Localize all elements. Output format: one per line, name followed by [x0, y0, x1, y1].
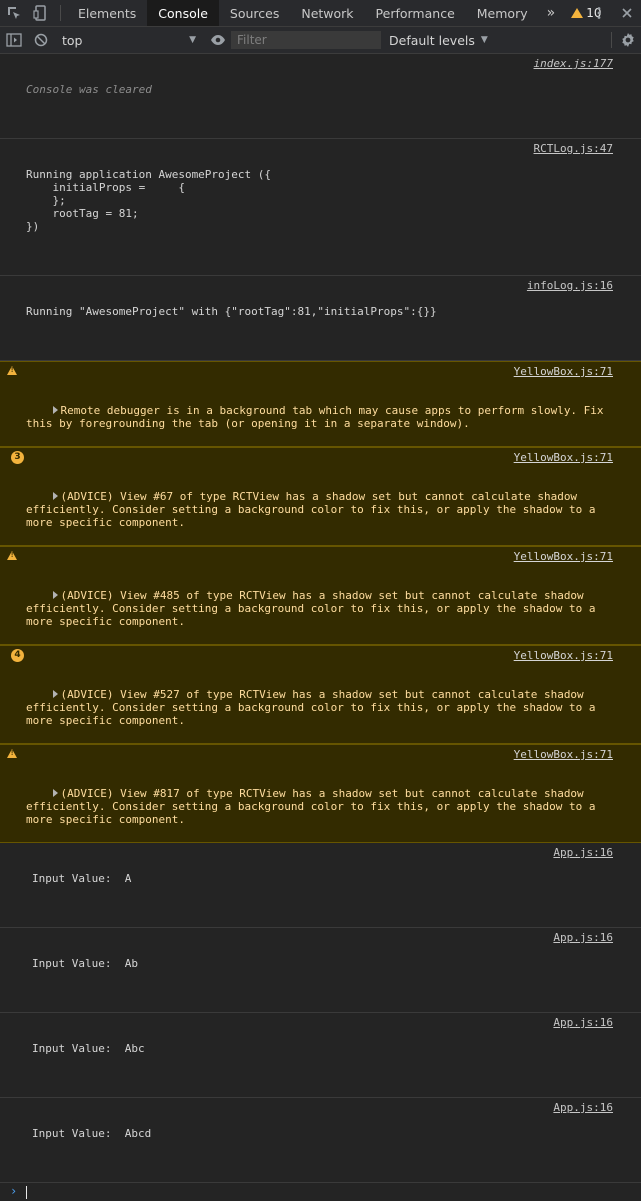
source-link[interactable]: infoLog.js:16	[527, 279, 613, 292]
console-message: Input Value: Ab App.js:16	[0, 928, 641, 1013]
message-text: Input Value: Abcd	[32, 1127, 152, 1140]
message-text: (ADVICE) View #817 of type RCTView has a…	[26, 787, 603, 826]
message-text: Remote debugger is in a background tab w…	[26, 404, 611, 430]
kebab-menu-icon[interactable]	[585, 6, 613, 20]
repeat-count-badge: 3	[11, 451, 24, 464]
source-link[interactable]: App.js:16	[553, 1016, 613, 1029]
console-warning: 4 YellowBox.js:71 (ADVICE) View #527 of …	[0, 645, 641, 744]
console-warning: YellowBox.js:71 Remote debugger is in a …	[0, 361, 641, 447]
expand-triangle-icon[interactable]	[52, 789, 58, 797]
prompt-chevron-icon: ›	[10, 1184, 18, 1198]
gear-icon[interactable]	[614, 32, 641, 48]
message-text: (ADVICE) View #527 of type RCTView has a…	[26, 688, 603, 727]
devtools-tabbar: Elements Console Sources Network Perform…	[0, 0, 641, 27]
tab-sources[interactable]: Sources	[219, 0, 290, 26]
console-message: Running application AwesomeProject ({ in…	[0, 139, 641, 276]
message-text: Input Value: Ab	[32, 957, 138, 970]
console-toolbar: top ▼ Default levels ▼	[0, 27, 641, 54]
tab-performance[interactable]: Performance	[365, 0, 466, 26]
source-link[interactable]: YellowBox.js:71	[514, 365, 613, 378]
text-caret	[26, 1185, 27, 1199]
console-warning: 3 YellowBox.js:71 (ADVICE) View #67 of t…	[0, 447, 641, 546]
close-icon[interactable]	[613, 7, 641, 19]
dropdown-arrow-icon: ▼	[189, 35, 196, 45]
source-link[interactable]: index.js:177	[534, 57, 613, 70]
console-message: Console was cleared index.js:177	[0, 54, 641, 139]
tabbar-divider	[60, 5, 61, 21]
message-text: (ADVICE) View #485 of type RCTView has a…	[26, 589, 603, 628]
log-levels-dropdown[interactable]: Default levels ▼	[381, 33, 496, 48]
console-warning: YellowBox.js:71 (ADVICE) View #817 of ty…	[0, 744, 641, 843]
source-link[interactable]: YellowBox.js:71	[514, 550, 613, 563]
filter-input[interactable]	[231, 31, 381, 49]
source-link[interactable]: App.js:16	[553, 1101, 613, 1114]
eye-icon[interactable]	[204, 34, 231, 46]
message-text: Input Value: A	[32, 872, 132, 885]
tab-console[interactable]: Console	[147, 0, 219, 26]
source-link[interactable]: App.js:16	[553, 931, 613, 944]
source-link[interactable]: YellowBox.js:71	[514, 748, 613, 761]
device-toolbar-icon[interactable]	[27, 0, 54, 26]
toolbar-divider	[611, 32, 612, 48]
tab-network[interactable]: Network	[290, 0, 364, 26]
console-message: Input Value: Abc App.js:16	[0, 1013, 641, 1098]
source-link[interactable]: RCTLog.js:47	[534, 142, 613, 155]
dropdown-arrow-icon: ▼	[480, 35, 488, 45]
message-text: Input Value: Abc	[32, 1042, 145, 1055]
repeat-count-badge: 4	[11, 649, 24, 662]
more-tabs-button[interactable]: »	[539, 0, 564, 26]
warning-icon	[571, 8, 584, 18]
clear-console-icon[interactable]	[27, 33, 54, 47]
message-text: Running application AwesomeProject ({ in…	[26, 168, 272, 233]
warning-icon	[7, 366, 17, 375]
expand-triangle-icon[interactable]	[52, 406, 58, 414]
message-text: Running "AwesomeProject" with {"rootTag"…	[26, 305, 437, 318]
context-selector[interactable]: top ▼	[54, 33, 204, 48]
expand-triangle-icon[interactable]	[52, 690, 58, 698]
source-link[interactable]: App.js:16	[553, 846, 613, 859]
source-link[interactable]: YellowBox.js:71	[514, 649, 613, 662]
warning-icon	[7, 749, 17, 758]
tab-elements[interactable]: Elements	[67, 0, 147, 26]
expand-triangle-icon[interactable]	[52, 492, 58, 500]
expand-triangle-icon[interactable]	[52, 591, 58, 599]
console-message: Input Value: Abcd App.js:16	[0, 1098, 641, 1183]
console-message: Input Value: A App.js:16	[0, 843, 641, 928]
inspect-element-icon[interactable]	[0, 0, 27, 26]
tab-memory[interactable]: Memory	[466, 0, 539, 26]
console-messages: Console was cleared index.js:177 Running…	[0, 54, 641, 1201]
context-value: top	[62, 32, 83, 48]
console-warning: YellowBox.js:71 (ADVICE) View #485 of ty…	[0, 546, 641, 645]
message-text: (ADVICE) View #67 of type RCTView has a …	[26, 490, 603, 529]
console-prompt[interactable]: ›	[0, 1183, 641, 1201]
warning-icon	[7, 551, 17, 560]
sidebar-toggle-icon[interactable]	[0, 33, 27, 47]
source-link[interactable]: YellowBox.js:71	[514, 451, 613, 464]
console-message: Running "AwesomeProject" with {"rootTag"…	[0, 276, 641, 361]
log-levels-value: Default levels	[389, 32, 475, 48]
message-text: Console was cleared	[26, 83, 152, 96]
